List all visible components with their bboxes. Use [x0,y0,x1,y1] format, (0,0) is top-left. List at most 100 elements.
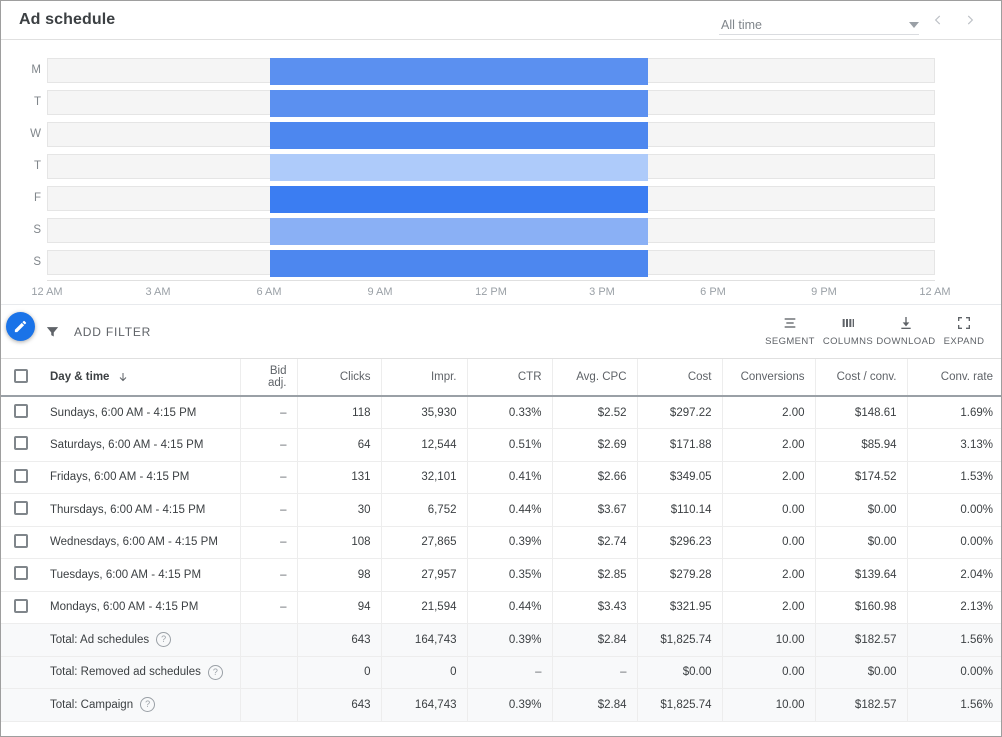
help-icon[interactable]: ? [156,632,172,648]
cell-ctr: 0.35% [467,558,553,592]
cell-clicks: 98 [297,558,382,592]
columns-button[interactable]: COLUMNS [819,315,877,349]
chart-bar[interactable] [269,57,648,85]
cell-cost-conv: $0.00 [815,656,908,689]
row-checkbox-cell[interactable] [1,428,40,462]
cell-conv: 0.00 [722,656,816,689]
help-icon[interactable]: ? [140,697,156,713]
cell-total-label: Total: Removed ad schedules? [40,656,241,689]
cell-ctr: 0.39% [467,688,553,722]
chart-x-tick: 9 PM [811,286,837,298]
header-cost[interactable]: Cost [637,359,723,397]
table-row[interactable]: Fridays, 6:00 AM - 4:15 PM –131 32,101 0.41… [1,461,1001,494]
total-row-spacer [1,656,40,689]
cell-bid: – [240,558,298,592]
chart-row-track [47,185,935,213]
header-ctr[interactable]: CTR [467,359,553,397]
chart-bar[interactable] [269,249,648,277]
table-row[interactable]: Tuesdays, 6:00 AM - 4:15 PM –98 27,957 0.35… [1,558,1001,592]
table-row[interactable]: Wednesdays, 6:00 AM - 4:15 PM –108 27,865 0… [1,526,1001,559]
chart-row-track [47,57,935,85]
select-all-checkbox-cell[interactable] [1,359,40,397]
table-row[interactable]: Saturdays, 6:00 AM - 4:15 PM –64 12,544 0.5… [1,428,1001,462]
row-checkbox[interactable] [13,404,28,418]
chart-row-label: F [33,192,41,204]
expand-icon [958,316,970,329]
cell-day-time: Tuesdays, 6:00 AM - 4:15 PM [40,558,241,592]
cell-clicks: 118 [297,396,382,429]
add-filter-button[interactable]: ADD FILTER [45,324,151,339]
cell-cpc: $2.69 [552,428,638,462]
cell-impr: 164,743 [381,623,468,657]
header-avg-cpc[interactable]: Avg. CPC [552,359,638,397]
help-icon[interactable]: ? [207,664,223,680]
cell-ctr: 0.41% [467,461,553,494]
date-prev-button[interactable] [925,7,951,33]
cell-cost: $279.28 [637,558,723,592]
cell-rate: 0.00% [907,656,1001,689]
header-clicks[interactable]: Clicks [297,359,382,397]
chart-bar[interactable] [269,153,648,181]
chart-bar[interactable] [269,89,648,117]
cell-cpc: $2.66 [552,461,638,494]
segment-button[interactable]: SEGMENT [761,315,819,349]
arrow-down-icon [120,373,127,382]
chart-bar[interactable] [269,217,648,245]
download-button[interactable]: DOWNLOAD [876,315,935,349]
cell-cost-conv: $0.00 [815,526,908,559]
row-checkbox[interactable] [13,468,28,483]
cell-conv: 10.00 [722,688,816,722]
row-checkbox-cell[interactable] [1,493,40,527]
edit-fab-button[interactable] [6,312,35,341]
chart-row-label: W [30,128,41,140]
date-range-selector[interactable]: All time [719,6,919,35]
cell-cost: $1,825.74 [637,623,723,657]
cell-cost-conv: $0.00 [815,493,908,527]
cell-cost-conv: $139.64 [815,558,908,592]
table-row[interactable]: Mondays, 6:00 AM - 4:15 PM –94 21,594 0.44%… [1,591,1001,624]
table-row[interactable]: Sundays, 6:00 AM - 4:15 PM –118 35,930 0.33… [1,396,1001,429]
chart-row-label: S [33,224,41,236]
cell-conv: 2.00 [722,428,816,462]
row-checkbox[interactable] [13,598,28,613]
select-all-checkbox[interactable] [13,368,28,383]
total-row-spacer [1,688,40,722]
cell-day-time: Fridays, 6:00 AM - 4:15 PM [40,461,241,494]
header-conversions[interactable]: Conversions [722,359,816,397]
cell-cost-conv: $160.98 [815,591,908,624]
chart-bar[interactable] [269,121,648,149]
ad-schedule-page: Ad schedule All time M T W T F S S 12 AM 3 AM 6 … [0,0,1002,737]
row-checkbox-cell[interactable] [1,461,40,494]
header-bid-adj[interactable]: Bid adj. [240,359,298,397]
date-next-button[interactable] [957,7,983,33]
cell-cost: $349.05 [637,461,723,494]
row-checkbox-cell[interactable] [1,526,40,559]
row-checkbox[interactable] [13,436,28,451]
header-impr[interactable]: Impr. [381,359,468,397]
cell-ctr: 0.44% [467,591,553,624]
cell-day-time: Saturdays, 6:00 AM - 4:15 PM [40,428,241,462]
table-row[interactable]: Thursdays, 6:00 AM - 4:15 PM –30 6,752 0.44… [1,493,1001,527]
header-day-time[interactable]: Day & time [40,359,241,397]
cell-clicks: 131 [297,461,382,494]
row-checkbox-cell[interactable] [1,396,40,429]
row-checkbox[interactable] [13,501,28,516]
row-checkbox-cell[interactable] [1,558,40,592]
row-checkbox-cell[interactable] [1,591,40,624]
row-checkbox[interactable] [13,566,28,581]
cell-bid [240,656,298,689]
chart-bar[interactable] [269,185,648,213]
chart-row-track [47,249,935,277]
cell-conv: 0.00 [722,526,816,559]
cell-clicks: 94 [297,591,382,624]
cell-cpc: $3.67 [552,493,638,527]
expand-button[interactable]: EXPAND [935,315,993,349]
chart-row-track [47,89,935,117]
header-conv-rate[interactable]: Conv. rate [907,359,1001,397]
row-checkbox[interactable] [13,533,28,548]
columns-icon [842,318,854,327]
header-cost-per-conv[interactable]: Cost / conv. [815,359,908,397]
table-total-row: Total: Ad schedules? 643 164,743 0.39% $2.84… [1,623,1001,657]
chart-x-axis: 12 AM 3 AM 6 AM 9 AM 12 PM 3 PM 6 PM 9 PM 12 AM [31,280,951,303]
cell-cost: $1,825.74 [637,688,723,722]
